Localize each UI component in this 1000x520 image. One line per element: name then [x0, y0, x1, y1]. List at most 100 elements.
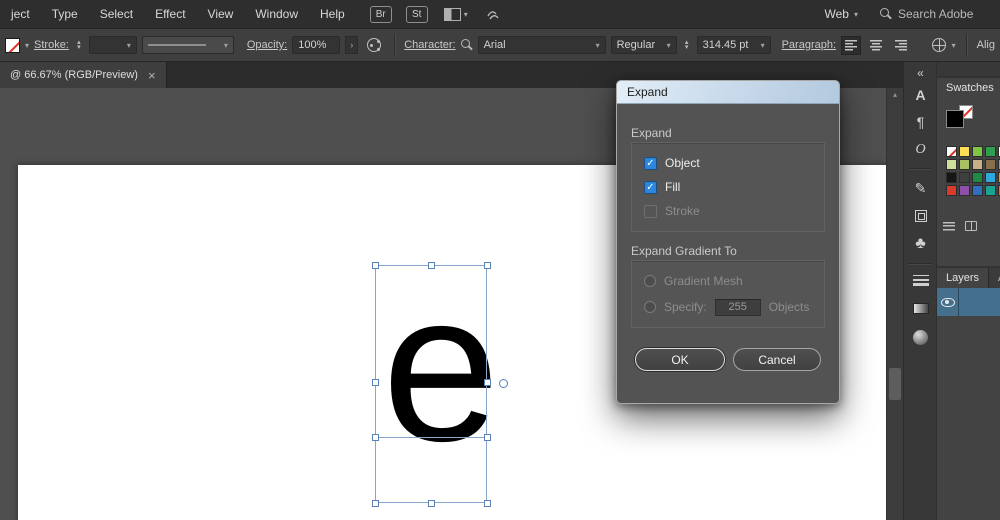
search-field[interactable]: Search Adobe [880, 7, 1000, 21]
swatch[interactable] [959, 146, 970, 157]
selection-handle[interactable] [484, 500, 491, 507]
document-setup-icon[interactable] [932, 38, 946, 52]
fill-proxy-swatch[interactable] [946, 110, 964, 128]
menu-item[interactable]: Select [89, 7, 144, 21]
selection-handle[interactable] [428, 262, 435, 269]
selection-handle[interactable] [484, 434, 491, 441]
font-size-stepper[interactable]: ▴ ▾ [682, 40, 692, 50]
selection-handle[interactable] [372, 262, 379, 269]
swatch[interactable] [959, 172, 970, 183]
gradient-panel-icon[interactable] [904, 299, 937, 317]
scroll-up-icon[interactable]: ▴ [887, 90, 903, 99]
selection-handle[interactable] [372, 379, 379, 386]
font-search-icon[interactable] [461, 39, 473, 51]
swatch[interactable] [959, 185, 970, 196]
menu-item[interactable]: Window [244, 7, 309, 21]
menu-item[interactable]: Type [41, 7, 89, 21]
symbols-panel-icon[interactable]: ♣ [904, 235, 937, 253]
document-tab[interactable]: @ 66.67% (RGB/Preview) × [0, 62, 167, 88]
stock-icon[interactable]: St [406, 6, 428, 23]
swatch[interactable] [959, 159, 970, 170]
character-panel-link[interactable]: Character: [404, 39, 455, 51]
swatch[interactable] [972, 146, 983, 157]
swatch[interactable] [946, 172, 957, 183]
swatch[interactable] [946, 185, 957, 196]
selection-handle[interactable] [484, 262, 491, 269]
expand-dock-icon[interactable]: « [904, 64, 937, 82]
tab-artboards-partial[interactable]: A [989, 268, 1000, 288]
bridge-icon[interactable]: Br [370, 6, 392, 23]
character-panel-icon[interactable]: A [904, 86, 937, 104]
menu-item[interactable]: Help [309, 7, 356, 21]
swatch[interactable] [972, 159, 983, 170]
dialog-title-bar[interactable]: Expand [617, 81, 839, 104]
artboards-panel-icon[interactable] [904, 207, 937, 225]
chevron-down-icon[interactable]: ▾ [25, 41, 29, 50]
opentype-panel-icon[interactable]: O [904, 141, 937, 159]
swatch[interactable] [946, 159, 957, 170]
font-family-dropdown[interactable]: Arial ▾ [478, 36, 606, 54]
vertical-scrollbar[interactable]: ▴ [886, 88, 903, 520]
selection-handle[interactable] [484, 379, 491, 386]
stroke-panel-link[interactable]: Stroke: [34, 39, 69, 51]
workspace-switcher[interactable]: Web ▾ [825, 7, 858, 21]
swatch[interactable] [985, 172, 996, 183]
opacity-panel-link[interactable]: Opacity: [247, 39, 287, 51]
selection-bounding-box[interactable] [375, 265, 487, 503]
step-down-icon[interactable]: ▾ [77, 45, 81, 50]
paragraph-panel-icon[interactable]: ¶ [904, 113, 937, 131]
opacity-more-button[interactable]: › [345, 36, 358, 54]
swatch-libraries-icon[interactable] [965, 221, 977, 231]
object-checkbox[interactable]: ✓ [644, 157, 657, 170]
close-icon[interactable]: × [148, 68, 156, 83]
arrange-documents-button[interactable]: ▾ [444, 8, 468, 21]
gradient-mesh-radio[interactable] [644, 275, 656, 287]
selection-handle[interactable] [372, 434, 379, 441]
step-down-icon[interactable]: ▾ [685, 45, 689, 50]
specify-objects-field[interactable]: 255 [715, 299, 761, 316]
graphic-styles-icon[interactable] [367, 38, 381, 52]
swatch[interactable] [972, 185, 983, 196]
tab-layers[interactable]: Layers [937, 268, 989, 288]
align-right-button[interactable] [891, 36, 911, 55]
specify-radio[interactable] [644, 301, 656, 313]
transparency-panel-icon[interactable] [904, 328, 937, 346]
paragraph-panel-link[interactable]: Paragraph: [782, 39, 836, 51]
swatch[interactable] [985, 185, 996, 196]
selection-side-handle[interactable] [499, 379, 508, 388]
fill-checkbox[interactable]: ✓ [644, 181, 657, 194]
opacity-dropdown[interactable]: 100% [292, 36, 340, 54]
fill-color-swatch[interactable] [5, 38, 20, 53]
brushes-panel-icon[interactable]: ✎ [904, 179, 937, 197]
swatch[interactable] [985, 159, 996, 170]
selection-handle[interactable] [428, 500, 435, 507]
align-center-button[interactable] [866, 36, 886, 55]
menu-item[interactable]: Effect [144, 7, 196, 21]
menu-item[interactable]: ject [0, 7, 41, 21]
stroke-checkbox[interactable] [644, 205, 657, 218]
swatch[interactable] [985, 146, 996, 157]
stroke-width-dropdown[interactable]: ▾ [89, 36, 137, 54]
font-style-dropdown[interactable]: Regular ▾ [611, 36, 677, 54]
swatch[interactable] [946, 146, 957, 157]
menu-item[interactable]: View [197, 7, 245, 21]
swatch[interactable] [972, 172, 983, 183]
font-style-value: Regular [617, 39, 656, 51]
width-profile-dropdown[interactable]: ▾ [142, 36, 234, 54]
align-panel-label[interactable]: Alig [977, 39, 995, 51]
ok-button[interactable]: OK [635, 348, 725, 371]
selection-handle[interactable] [372, 500, 379, 507]
tab-swatches[interactable]: Swatches [937, 78, 1000, 98]
cancel-button[interactable]: Cancel [733, 348, 821, 371]
align-left-button[interactable] [841, 36, 861, 55]
layer-row-selected[interactable] [937, 288, 1000, 316]
stroke-panel-icon[interactable] [904, 271, 937, 289]
share-waves-icon[interactable] [486, 7, 504, 21]
scrollbar-thumb[interactable] [889, 368, 901, 400]
swatch-list-view-icon[interactable] [943, 222, 955, 231]
font-size-dropdown[interactable]: 314.45 pt ▾ [697, 36, 771, 54]
stroke-width-stepper[interactable]: ▴ ▾ [74, 40, 84, 50]
layers-panel-body [937, 288, 1000, 520]
layer-visibility-toggle[interactable] [937, 288, 959, 316]
chevron-down-icon[interactable]: ▾ [952, 41, 956, 50]
